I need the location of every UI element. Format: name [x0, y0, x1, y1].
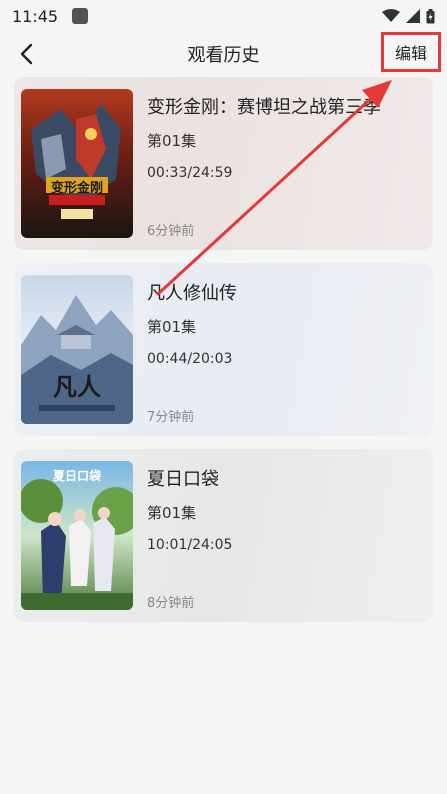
- status-time: 11:45: [12, 6, 59, 26]
- cover-text: 夏日口袋: [52, 469, 101, 483]
- item-time-ago: 8分钟前: [147, 596, 195, 611]
- status-icons: [382, 8, 435, 24]
- history-item[interactable]: 夏日口袋 夏日口袋 第01集 10:01/24:05 8分钟前: [14, 449, 433, 622]
- history-item[interactable]: 变形金刚 变形金刚：赛博坦之战第三季 第01集 00:33/24:59 6分钟前: [14, 77, 433, 250]
- item-title: 夏日口袋: [147, 469, 219, 490]
- cover-image: 变形金刚: [21, 89, 133, 238]
- edit-button[interactable]: 编辑: [381, 32, 441, 72]
- battery-icon: [426, 8, 435, 23]
- wifi-icon: [382, 9, 400, 22]
- history-item[interactable]: 凡人 凡人修仙传 第01集 00:44/20:03 7分钟前: [14, 263, 433, 436]
- page-title: 观看历史: [187, 45, 260, 66]
- item-time-ago: 6分钟前: [147, 224, 195, 239]
- status-bar: 11:45: [0, 0, 447, 32]
- item-progress: 00:44/20:03: [147, 351, 233, 367]
- app-notification-icon: [72, 8, 89, 24]
- bottom-bar: [0, 778, 447, 794]
- history-list: 变形金刚 变形金刚：赛博坦之战第三季 第01集 00:33/24:59 6分钟前: [14, 77, 433, 635]
- cover-text: 变形金刚: [50, 181, 103, 196]
- item-progress: 00:33/24:59: [147, 165, 233, 181]
- item-progress: 10:01/24:05: [147, 537, 233, 553]
- item-episode: 第01集: [147, 132, 197, 150]
- item-time-ago: 7分钟前: [147, 410, 195, 425]
- cover-image: 凡人: [21, 275, 133, 424]
- item-episode: 第01集: [147, 504, 197, 522]
- item-title: 变形金刚：赛博坦之战第三季: [147, 97, 381, 118]
- signal-icon: [406, 9, 420, 23]
- cover-image: 夏日口袋: [21, 461, 133, 610]
- item-title: 凡人修仙传: [147, 283, 237, 304]
- item-episode: 第01集: [147, 318, 197, 336]
- app-header: 观看历史 编辑: [0, 32, 447, 74]
- cover-text: 凡人: [53, 372, 101, 401]
